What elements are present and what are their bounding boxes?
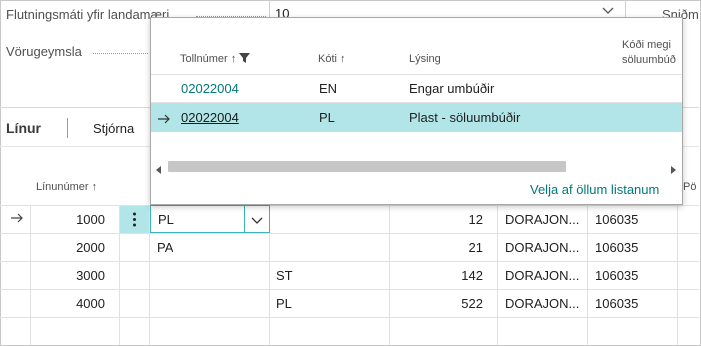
vendor-cell: DORAJON... [505,240,580,255]
number-cell: 106035 [595,268,639,283]
right-arrow-icon [10,211,24,226]
quantity-header-partial[interactable]: Pö [683,181,696,193]
lookup-popup[interactable]: Tollnúmer ↑ Kóti ↑ Lýsing Kóði megi sölu… [150,17,683,205]
line-number-header[interactable]: Línunúmer ↑ [36,181,97,193]
sales-code-header-line2: söluumbúð [622,54,676,66]
code-column-header[interactable]: Kóti ↑ [318,53,346,65]
tariff-link[interactable]: 02022004 [181,81,239,96]
vertical-ellipsis-icon [133,212,136,227]
vendor-cell: DORAJON... [505,296,580,311]
grid-col-line [497,205,498,345]
line-number-header-label: Línunúmer [36,181,89,193]
quantity-cell: 21 [468,240,483,255]
tariff-column-header[interactable]: Tollnúmer ↑ [180,53,251,65]
lookup-code: EN [319,81,338,96]
number-cell: 106035 [595,240,639,255]
scroll-left-icon[interactable] [156,162,162,177]
number-cell: 106035 [595,296,639,311]
grid-line [0,233,699,234]
transport-method-label: Flutningsmáti yfir landamæri [6,7,170,22]
quantity-cell: 12 [468,212,483,227]
lookup-row-selected[interactable]: 02022004 PL Plast - söluumbúðir [151,103,682,132]
code-combobox[interactable]: PL [150,205,270,233]
vendor-cell: DORAJON... [505,268,580,283]
code-combobox-value[interactable]: PL [158,212,174,227]
code-header-label: Kóti [318,53,337,65]
tab-manage[interactable]: Stjórna [93,121,134,136]
grid-line [0,317,699,318]
up-arrow-icon: ↑ [340,53,346,65]
lookup-row[interactable]: 02022004 EN Engar umbúðir [151,75,682,102]
lookup-description: Engar umbúðir [409,81,495,96]
line-number-cell: 2000 [76,240,105,255]
tariff-link[interactable]: 02022004 [181,110,239,125]
quantity-cell: 142 [461,268,483,283]
row-menu-button[interactable] [120,206,149,233]
quantity-cell: 522 [461,296,483,311]
line-number-cell: 4000 [76,296,105,311]
lookup-code: PL [319,110,335,125]
right-arrow-icon [157,112,171,127]
grid-line [0,261,699,262]
code-cell[interactable]: PA [157,240,173,255]
sales-code-column-header[interactable]: Kóði megi söluumbúð [622,38,680,68]
combobox-divider [244,206,245,232]
grid-col-line [587,205,588,345]
number-cell: 106035 [595,212,639,227]
line-number-cell: 1000 [76,212,105,227]
description-column-header[interactable]: Lýsing [409,53,441,65]
tab-lines[interactable]: Línur [6,120,41,136]
scrollbar-thumb[interactable] [168,161,566,172]
chevron-down-icon[interactable] [251,214,263,229]
lookup-description: Plast - söluumbúðir [409,110,521,125]
select-from-full-list-link[interactable]: Velja af öllum listanum [530,182,659,197]
warehouse-label: Vörugeymsla [6,44,82,59]
col3-cell: ST [276,268,293,283]
col3-cell: PL [276,296,292,311]
tab-divider [67,118,68,138]
funnel-icon [239,53,251,63]
grid-line [0,205,699,206]
up-arrow-icon: ↑ [230,53,237,65]
grid-line [0,289,699,290]
line-number-cell: 3000 [76,268,105,283]
scroll-right-icon[interactable] [670,162,676,177]
sales-code-header-line1: Kóði megi [622,39,671,51]
vendor-cell: DORAJON... [505,212,580,227]
tariff-header-label: Tollnúmer [180,53,228,65]
up-arrow-icon: ↑ [91,181,98,193]
leader-dots [93,53,148,54]
